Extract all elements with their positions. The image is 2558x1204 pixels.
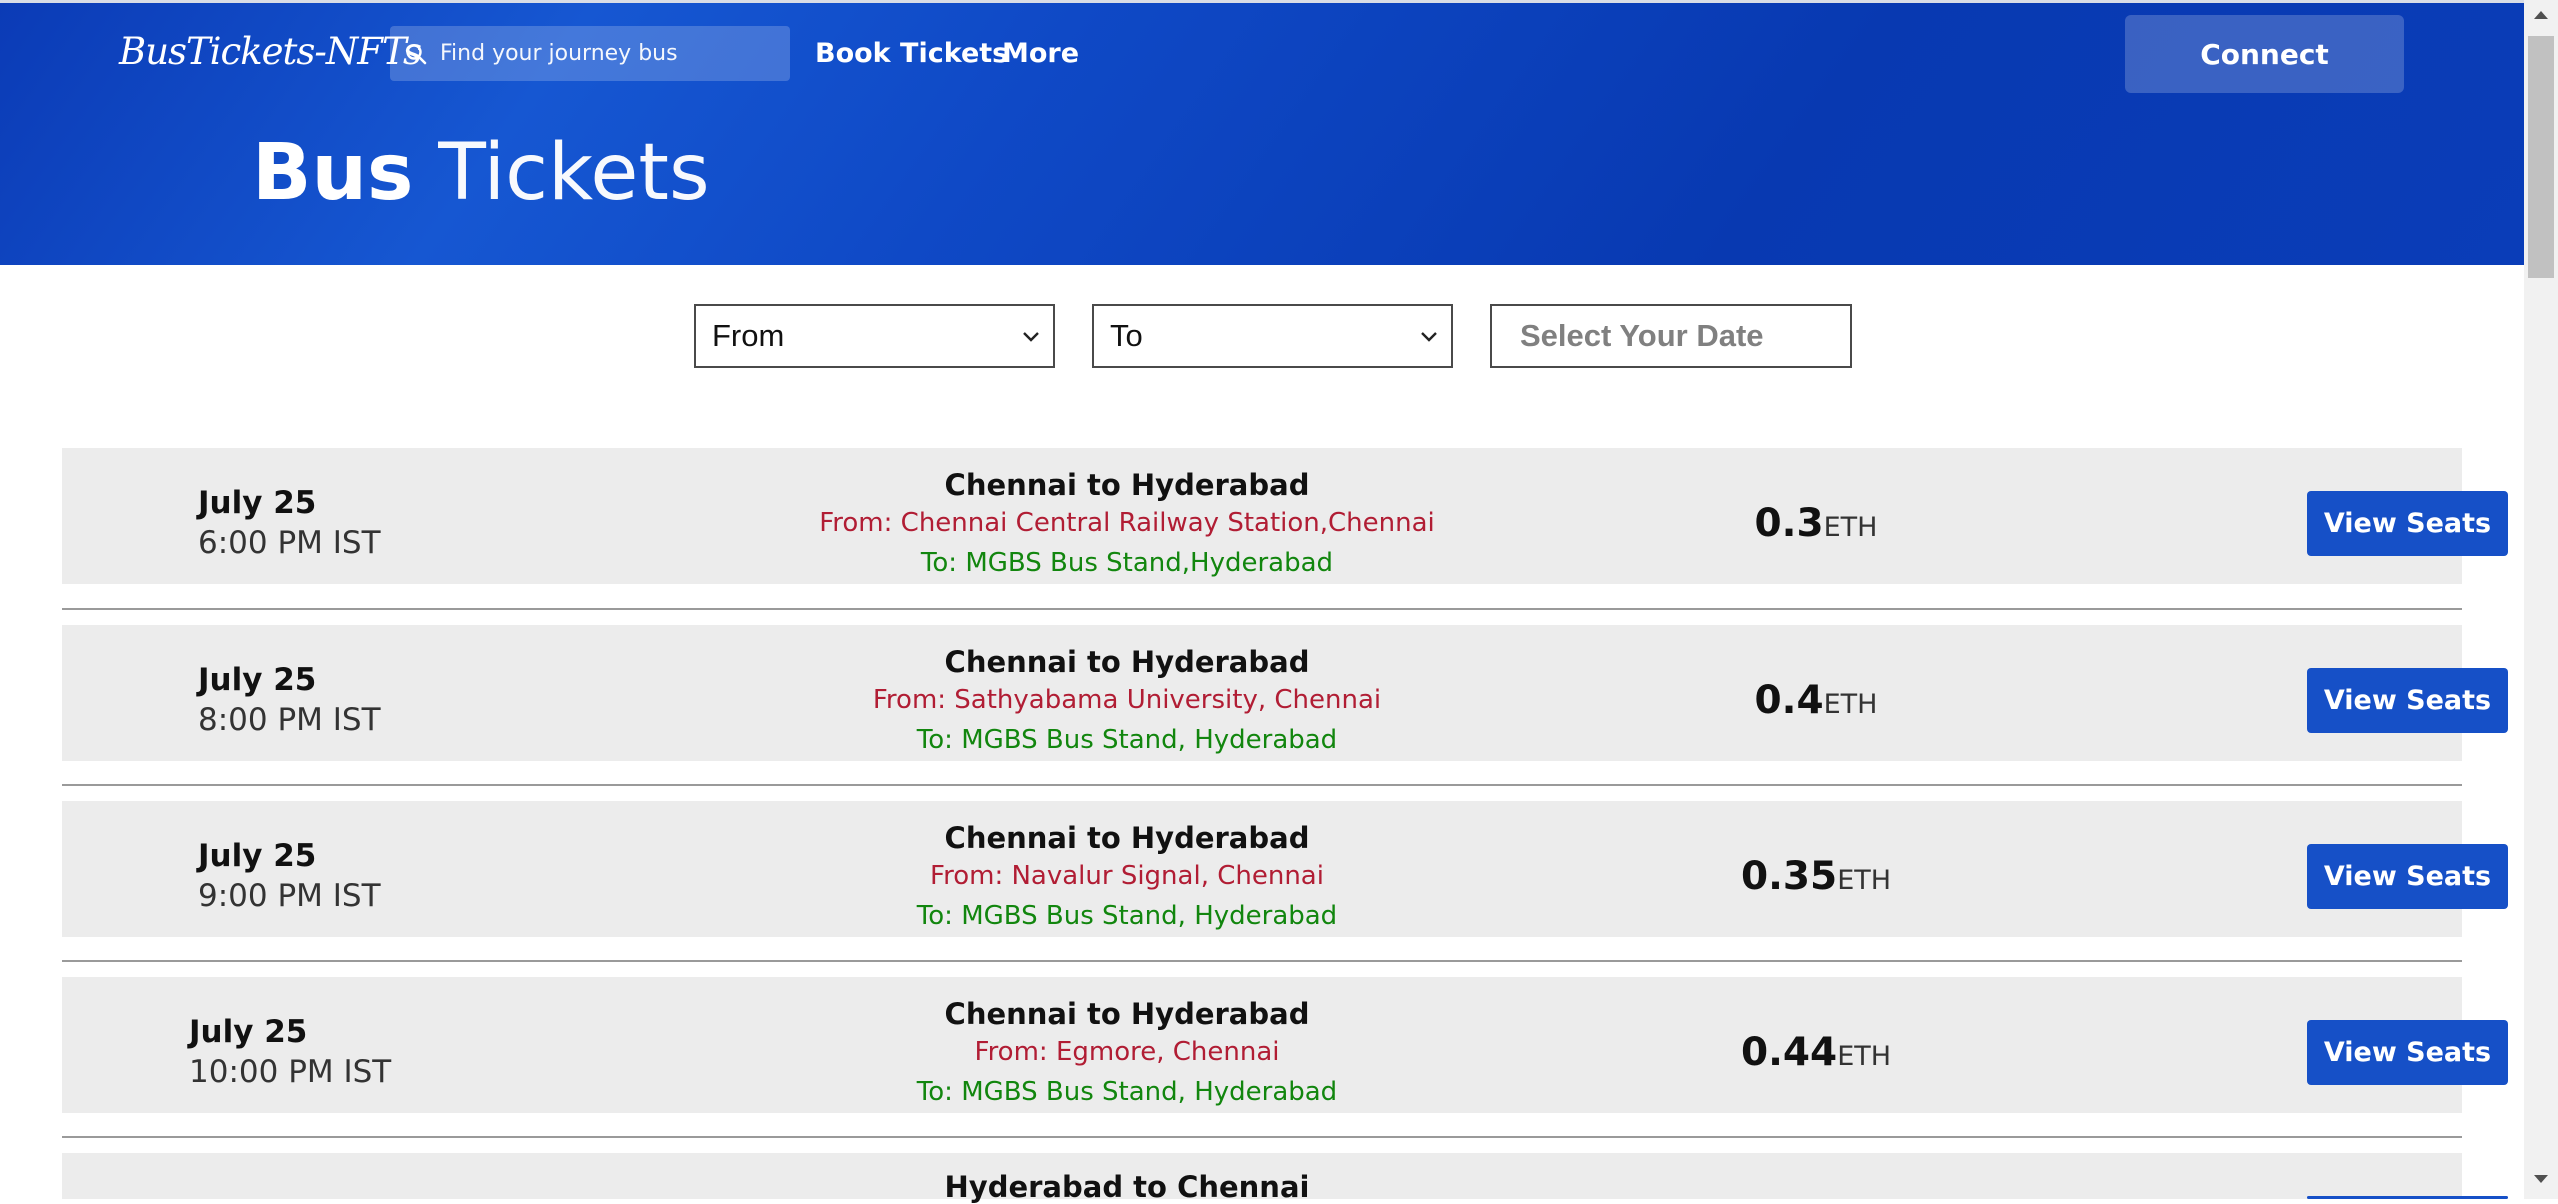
connect-button[interactable]: Connect (2125, 15, 2404, 93)
scrollbar-thumb[interactable] (2528, 36, 2554, 278)
listing-route: Chennai to Hyderabad (944, 645, 1310, 679)
divider (62, 784, 2462, 786)
price-value: 0.3 (1754, 501, 1824, 546)
price-unit: ETH (1837, 865, 1892, 896)
search-icon (406, 43, 427, 64)
view-seats-button[interactable]: View Seats (2307, 1020, 2508, 1085)
bus-listing: July 25 10:00 PM IST Chennai to Hyderaba… (62, 977, 2508, 1113)
bus-listing: Hyderabad to Chennai (62, 1153, 2508, 1204)
listing-price: 0.44ETH (1662, 1030, 1970, 1075)
price-value: 0.35 (1740, 854, 1838, 899)
bus-listing: July 25 8:00 PM IST Chennai to Hyderabad… (62, 625, 2508, 761)
date-input[interactable]: Select Your Date (1490, 304, 1852, 368)
bus-listing: July 25 9:00 PM IST Chennai to Hyderabad… (62, 801, 2508, 937)
price-unit: ETH (1823, 512, 1878, 543)
listing-price: 0.35ETH (1662, 854, 1970, 899)
chevron-down-icon (1023, 332, 1039, 342)
price-value: 0.44 (1740, 1030, 1838, 1075)
listing-to: To: MGBS Bus Stand,Hyderabad (920, 548, 1334, 578)
price-unit: ETH (1837, 1041, 1892, 1072)
nav-book-tickets[interactable]: Book Tickets (815, 38, 1008, 69)
view-seats-button[interactable]: View Seats (2307, 668, 2508, 733)
divider (62, 608, 2462, 610)
listing-to: To: MGBS Bus Stand, Hyderabad (916, 1077, 1338, 1107)
to-select-value: To (1110, 318, 1143, 353)
site-logo[interactable]: BusTickets-NFTs (119, 30, 422, 73)
view-seats-button[interactable]: View Seats (2307, 844, 2508, 909)
search-bar[interactable]: Find your journey bus (390, 26, 790, 81)
from-select-value: From (712, 318, 785, 353)
listing-price: 0.3ETH (1662, 501, 1970, 546)
chevron-down-icon (1421, 332, 1437, 342)
title-rest: Tickets (438, 128, 710, 218)
nav-more[interactable]: More (1002, 38, 1079, 69)
divider (62, 960, 2462, 962)
listing-price: 0.4ETH (1662, 678, 1970, 723)
date-input-placeholder: Select Your Date (1520, 318, 1764, 353)
listing-route: Chennai to Hyderabad (944, 468, 1310, 502)
search-input[interactable]: Find your journey bus (440, 41, 678, 66)
to-select[interactable]: To (1092, 304, 1453, 368)
listing-to: To: MGBS Bus Stand, Hyderabad (916, 725, 1338, 755)
page-title: Bus Tickets (252, 128, 710, 218)
listing-route: Chennai to Hyderabad (944, 997, 1310, 1031)
scroll-down-icon[interactable] (2531, 1172, 2551, 1186)
divider (62, 1136, 2462, 1138)
from-select[interactable]: From (694, 304, 1055, 368)
price-value: 0.4 (1754, 678, 1824, 723)
listing-route: Chennai to Hyderabad (944, 821, 1310, 855)
scroll-up-icon[interactable] (2531, 8, 2551, 22)
listing-to: To: MGBS Bus Stand, Hyderabad (916, 901, 1338, 931)
title-bold: Bus (252, 128, 414, 218)
view-seats-button[interactable]: View Seats (2307, 491, 2508, 556)
bus-listing: July 25 6:00 PM IST Chennai to Hyderabad… (62, 448, 2508, 584)
price-unit: ETH (1823, 689, 1878, 720)
